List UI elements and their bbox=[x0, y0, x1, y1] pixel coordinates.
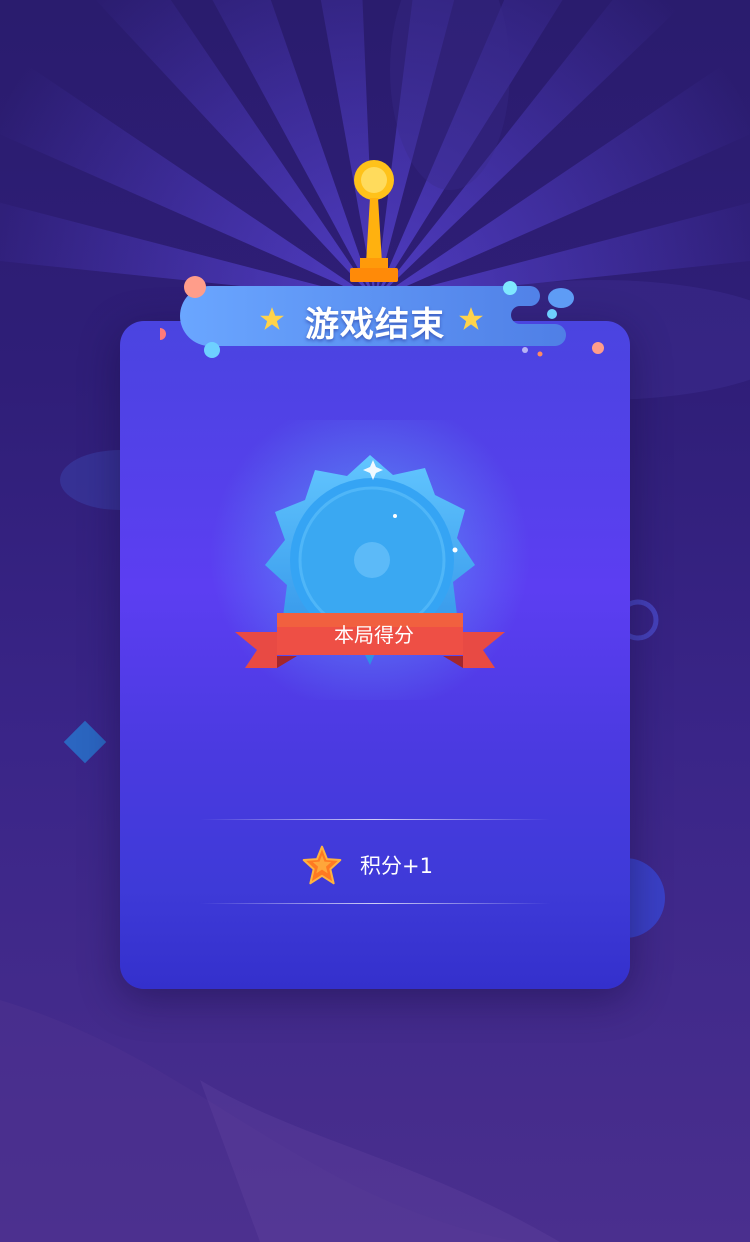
score-label: 本局得分 bbox=[334, 623, 414, 647]
trophy-icon bbox=[350, 160, 398, 282]
star-icon bbox=[260, 307, 284, 330]
divider-top bbox=[200, 819, 550, 820]
orange-star-icon bbox=[302, 845, 342, 885]
reward-row: 积分+1 bbox=[300, 840, 433, 890]
crystal-medal-icon bbox=[210, 420, 530, 700]
star-icon bbox=[459, 307, 483, 330]
game-over-title: 游戏结束 bbox=[305, 305, 445, 345]
divider-bottom bbox=[200, 903, 550, 904]
reward-points-text: 积分+1 bbox=[360, 854, 433, 878]
